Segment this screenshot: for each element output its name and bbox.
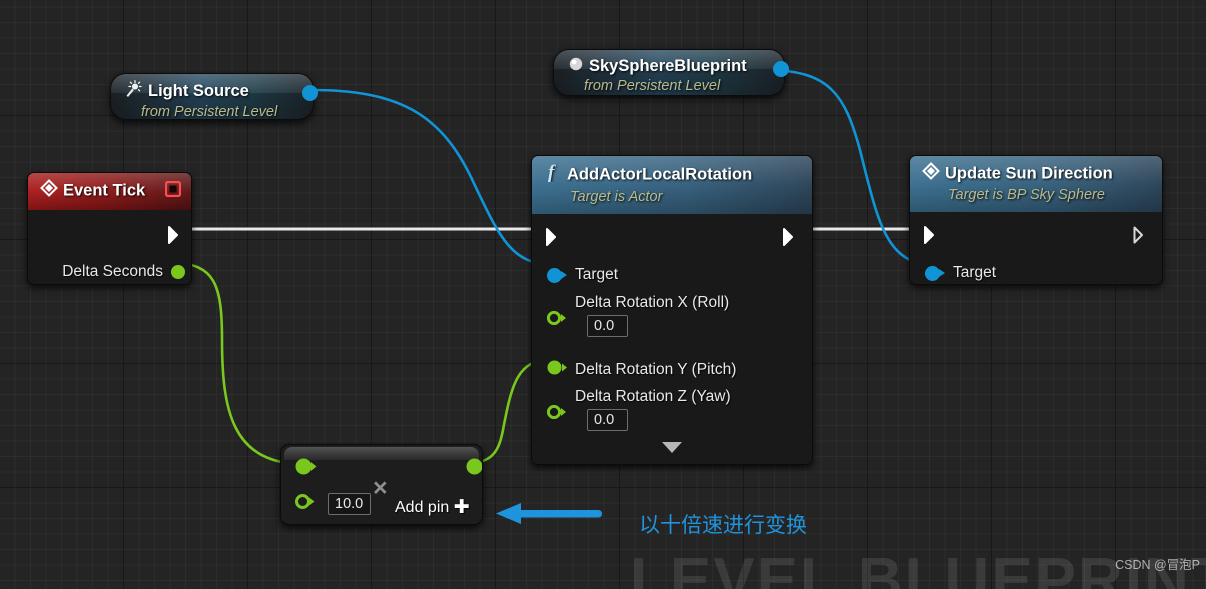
pin-row-delta-rotation-x[interactable]: Delta Rotation X (Roll) 0.0 <box>546 294 730 337</box>
csdn-watermark: CSDN @冒泡P <box>1115 558 1200 572</box>
rotation-exec-out-pin[interactable] <box>783 228 798 251</box>
sphere-icon <box>568 56 584 77</box>
event-tick-title-row: Event Tick <box>40 179 182 203</box>
light-source-output-pin[interactable] <box>302 85 318 101</box>
delta-rotation-x-pin[interactable] <box>546 310 568 330</box>
node-multiply[interactable]: × 10.0 Add pin ✚ <box>280 444 483 525</box>
add-pin-button[interactable]: Add pin ✚ <box>395 496 470 519</box>
update-sun-direction-body: Target <box>910 212 1162 283</box>
pin-row-delta-rotation-z[interactable]: Delta Rotation Z (Yaw) 0.0 <box>546 388 731 431</box>
float-wire-deltaseconds-to-multiply <box>171 261 301 466</box>
light-source-icon <box>125 80 143 103</box>
node-light-source[interactable]: Light Source from Persistent Level <box>110 73 318 120</box>
delta-rotation-z-value[interactable]: 0.0 <box>587 409 628 431</box>
delta-rotation-z-label: Delta Rotation Z (Yaw) <box>575 388 731 405</box>
multiply-input-b-pin[interactable] <box>295 494 316 514</box>
sky-sphere-subtitle: from Persistent Level <box>584 78 721 95</box>
rotation-target-pin[interactable] <box>547 267 562 283</box>
update-sun-direction-title-row: Update Sun Direction <box>922 162 1150 186</box>
update-sun-direction-subtitle: Target is BP Sky Sphere <box>948 187 1105 203</box>
event-tick-exec-out-pin[interactable] <box>168 226 183 249</box>
sun-exec-in-pin[interactable] <box>924 226 939 249</box>
pin-row-target[interactable]: Target <box>547 266 618 284</box>
pin-row-delta-rotation-y[interactable]: Delta Rotation Y (Pitch) <box>547 360 736 380</box>
delta-seconds-pin[interactable] <box>171 265 185 279</box>
sky-sphere-title-row: SkySphereBlueprint <box>568 56 770 77</box>
chevron-down-icon[interactable] <box>661 441 683 459</box>
add-actor-local-rotation-subtitle: Target is Actor <box>570 189 663 205</box>
event-tick-header[interactable]: Event Tick <box>28 173 191 210</box>
multiply-input-b-value[interactable]: 10.0 <box>328 493 372 515</box>
add-actor-local-rotation-header[interactable]: f AddActorLocalRotation Target is Actor <box>532 156 812 214</box>
sun-target-pin[interactable] <box>925 265 940 281</box>
pin-row-sun-target[interactable]: Target <box>925 264 996 282</box>
multiply-input-a-pin[interactable] <box>295 458 317 480</box>
function-f-icon: f <box>544 162 562 188</box>
light-source-title-row: Light Source <box>125 80 299 103</box>
add-actor-local-rotation-title-row: f AddActorLocalRotation <box>544 162 800 188</box>
multiply-output-pin[interactable] <box>466 458 482 480</box>
multiply-operator: × <box>373 474 388 502</box>
sun-target-pin-arrow <box>939 269 945 277</box>
delta-rotation-y-pin[interactable] <box>547 360 568 380</box>
add-actor-local-rotation-body: Target Delta Rotation X (Roll) 0.0 Delta… <box>532 214 812 464</box>
add-pin-label: Add pin <box>395 499 450 516</box>
rotation-exec-in-pin[interactable] <box>546 228 561 251</box>
blueprint-graph-canvas[interactable]: LEVEL BLUEPRINT Event Tick Delta Seconds… <box>0 0 1206 589</box>
svg-text:f: f <box>548 162 556 182</box>
sun-target-label: Target <box>953 264 997 281</box>
add-actor-local-rotation-title: AddActorLocalRotation <box>567 165 753 184</box>
sky-sphere-title: SkySphereBlueprint <box>589 57 747 75</box>
delta-rotation-x-value[interactable]: 0.0 <box>587 315 628 337</box>
node-add-actor-local-rotation[interactable]: f AddActorLocalRotation Target is Actor <box>531 155 813 465</box>
event-diamond-icon <box>40 179 58 203</box>
node-event-tick[interactable]: Event Tick Delta Seconds <box>27 172 192 285</box>
update-sun-direction-title: Update Sun Direction <box>945 164 1113 183</box>
left-arrow-icon <box>496 503 602 524</box>
rotation-target-label: Target <box>575 266 619 283</box>
annotation-text: 以十倍速进行变换 <box>639 513 807 537</box>
sun-exec-out-pin[interactable] <box>1133 226 1148 249</box>
delta-seconds-label: Delta Seconds <box>62 263 163 280</box>
event-tick-body: Delta Seconds <box>28 210 191 284</box>
pin-row-delta-seconds[interactable]: Delta Seconds <box>62 263 185 281</box>
delta-rotation-x-label: Delta Rotation X (Roll) <box>575 294 730 311</box>
plus-icon[interactable]: ✚ <box>454 497 470 518</box>
update-sun-direction-header[interactable]: Update Sun Direction Target is BP Sky Sp… <box>910 156 1162 212</box>
light-source-subtitle: from Persistent Level <box>141 104 278 120</box>
node-update-sun-direction[interactable]: Update Sun Direction Target is BP Sky Sp… <box>909 155 1163 285</box>
delta-rotation-y-label: Delta Rotation Y (Pitch) <box>575 361 737 378</box>
event-diamond-icon <box>922 162 940 186</box>
object-wire-lightsource-to-target <box>311 88 555 267</box>
delta-rotation-z-pin[interactable] <box>546 404 568 424</box>
light-source-title: Light Source <box>148 81 249 100</box>
delegate-square-icon[interactable] <box>164 180 182 203</box>
rotation-target-pin-arrow <box>561 271 567 279</box>
event-tick-title: Event Tick <box>63 181 146 200</box>
sky-sphere-output-pin[interactable] <box>773 61 789 77</box>
node-sky-sphere-blueprint[interactable]: SkySphereBlueprint from Persistent Level <box>553 49 789 96</box>
